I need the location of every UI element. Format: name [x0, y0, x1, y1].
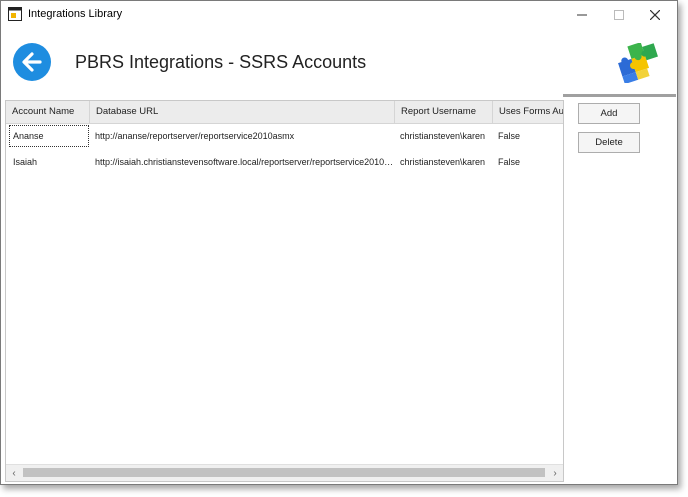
accounts-grid[interactable]: Account Name Database URL Report Usernam…: [5, 100, 564, 482]
arrow-left-icon: [22, 52, 42, 72]
horizontal-scrollbar[interactable]: ‹ ›: [6, 464, 563, 481]
column-header-database-url[interactable]: Database URL: [90, 101, 395, 123]
cell-report-username[interactable]: christiansteven\karen: [395, 124, 493, 148]
minimize-icon: [577, 14, 587, 16]
puzzle-pieces-icon: [618, 43, 658, 83]
column-header-report-username[interactable]: Report Username: [395, 101, 493, 123]
app-window-icon: [8, 7, 22, 21]
column-header-account-name[interactable]: Account Name: [6, 101, 90, 123]
grid-header: Account Name Database URL Report Usernam…: [6, 101, 563, 124]
window-title: Integrations Library: [28, 8, 123, 20]
table-row[interactable]: Ananse http://ananse/reportserver/report…: [6, 124, 563, 148]
back-button[interactable]: [13, 43, 51, 81]
table-row[interactable]: Isaiah http://isaiah.christianstevensoft…: [6, 150, 563, 174]
maximize-icon: [614, 10, 624, 20]
app-window: Integrations Library PBRS Integrations -…: [0, 0, 678, 485]
delete-button[interactable]: Delete: [578, 132, 640, 153]
scrollbar-thumb[interactable]: [23, 468, 545, 477]
cell-database-url[interactable]: http://isaiah.christianstevensoftware.lo…: [90, 150, 395, 174]
cell-account-name[interactable]: Ananse: [8, 124, 90, 148]
close-button[interactable]: [632, 1, 678, 29]
cell-account-name[interactable]: Isaiah: [8, 150, 90, 174]
cell-report-username[interactable]: christiansteven\karen: [395, 150, 493, 174]
cell-database-url[interactable]: http://ananse/reportserver/reportservice…: [90, 124, 395, 148]
page-title: PBRS Integrations - SSRS Accounts: [75, 52, 367, 72]
scroll-left-icon[interactable]: ‹: [6, 465, 22, 481]
cell-uses-forms-auth[interactable]: False: [493, 150, 563, 174]
column-header-uses-forms-auth[interactable]: Uses Forms Au: [493, 101, 563, 123]
panel-divider: [563, 94, 676, 97]
close-icon: [650, 10, 660, 20]
add-button[interactable]: Add: [578, 103, 640, 124]
cell-uses-forms-auth[interactable]: False: [493, 124, 563, 148]
scroll-right-icon[interactable]: ›: [547, 465, 563, 481]
title-bar: Integrations Library: [1, 1, 677, 29]
